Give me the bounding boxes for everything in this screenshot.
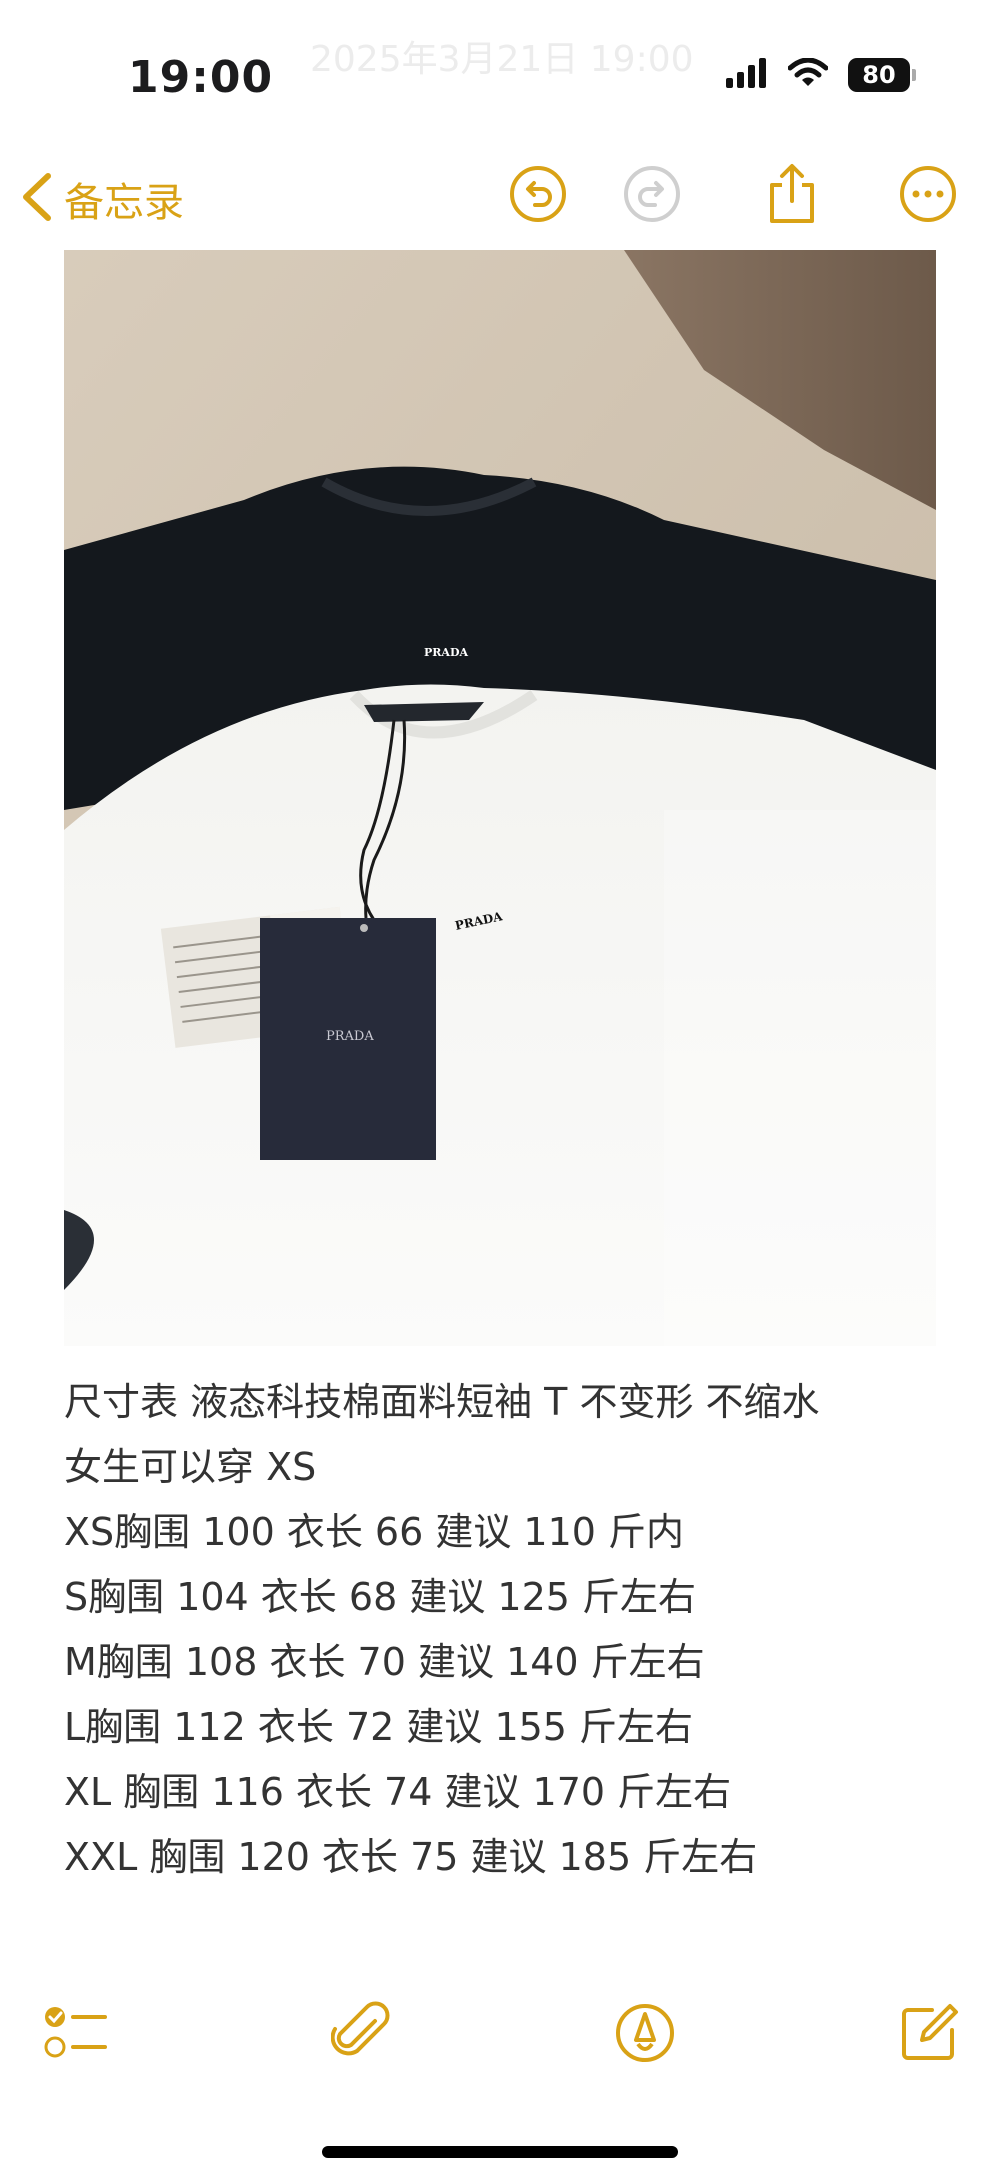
battery-icon: 80 (848, 58, 916, 92)
status-bar: 2025年3月21日 19:00 19:00 80 (0, 0, 1000, 160)
note-line: 女生可以穿 XS (64, 1445, 317, 1489)
undo-button[interactable] (508, 166, 568, 226)
compose-button[interactable] (894, 2000, 964, 2070)
redo-button[interactable] (622, 166, 682, 226)
battery-level: 80 (848, 58, 910, 92)
back-button[interactable]: 备忘录 (20, 170, 184, 228)
checklist-button[interactable] (40, 2000, 110, 2070)
markup-pen-icon (614, 2002, 676, 2068)
undo-icon (509, 165, 567, 227)
redo-icon (623, 165, 681, 227)
note-line: S胸围 104 衣长 68 建议 125 斤左右 (64, 1575, 697, 1619)
note-line: XL 胸围 116 衣长 74 建议 170 斤左右 (64, 1770, 732, 1814)
note-line: XXL 胸围 120 衣长 75 建议 185 斤左右 (64, 1835, 758, 1879)
hang-tag-logo: PRADA (326, 1029, 374, 1044)
note-line: L胸围 112 衣长 72 建议 155 斤左右 (64, 1705, 694, 1749)
share-button[interactable] (762, 163, 822, 229)
wifi-icon (787, 57, 829, 92)
black-shirt-logo: PRADA (424, 646, 468, 659)
cellular-signal-icon (726, 58, 768, 92)
note-line: 尺寸表 液态科技棉面料短袖 T 不变形 不缩水 (64, 1380, 820, 1424)
chevron-left-icon (20, 172, 54, 226)
note-photo[interactable]: PRADA PRADA PRADA (64, 250, 936, 1346)
share-icon (764, 163, 820, 229)
status-icons: 80 (726, 57, 916, 92)
home-indicator[interactable] (322, 2146, 678, 2158)
back-label: 备忘录 (64, 180, 184, 226)
attach-button[interactable] (326, 2000, 396, 2070)
date-overlay: 2025年3月21日 19:00 (310, 39, 694, 80)
more-button[interactable] (898, 166, 958, 226)
note-line: XS胸围 100 衣长 66 建议 110 斤内 (64, 1510, 685, 1554)
note-line: M胸围 108 衣长 70 建议 140 斤左右 (64, 1640, 705, 1684)
note-body[interactable]: 尺寸表 液态科技棉面料短袖 T 不变形 不缩水 女生可以穿 XS XS胸围 10… (64, 1370, 944, 1890)
more-icon (899, 165, 957, 227)
paperclip-icon (330, 2001, 391, 2069)
compose-icon (898, 2002, 960, 2068)
markup-button[interactable] (610, 2000, 680, 2070)
bottom-toolbar (0, 2000, 1000, 2090)
checklist-icon (43, 2003, 107, 2067)
clock-time: 19:00 (128, 52, 274, 103)
